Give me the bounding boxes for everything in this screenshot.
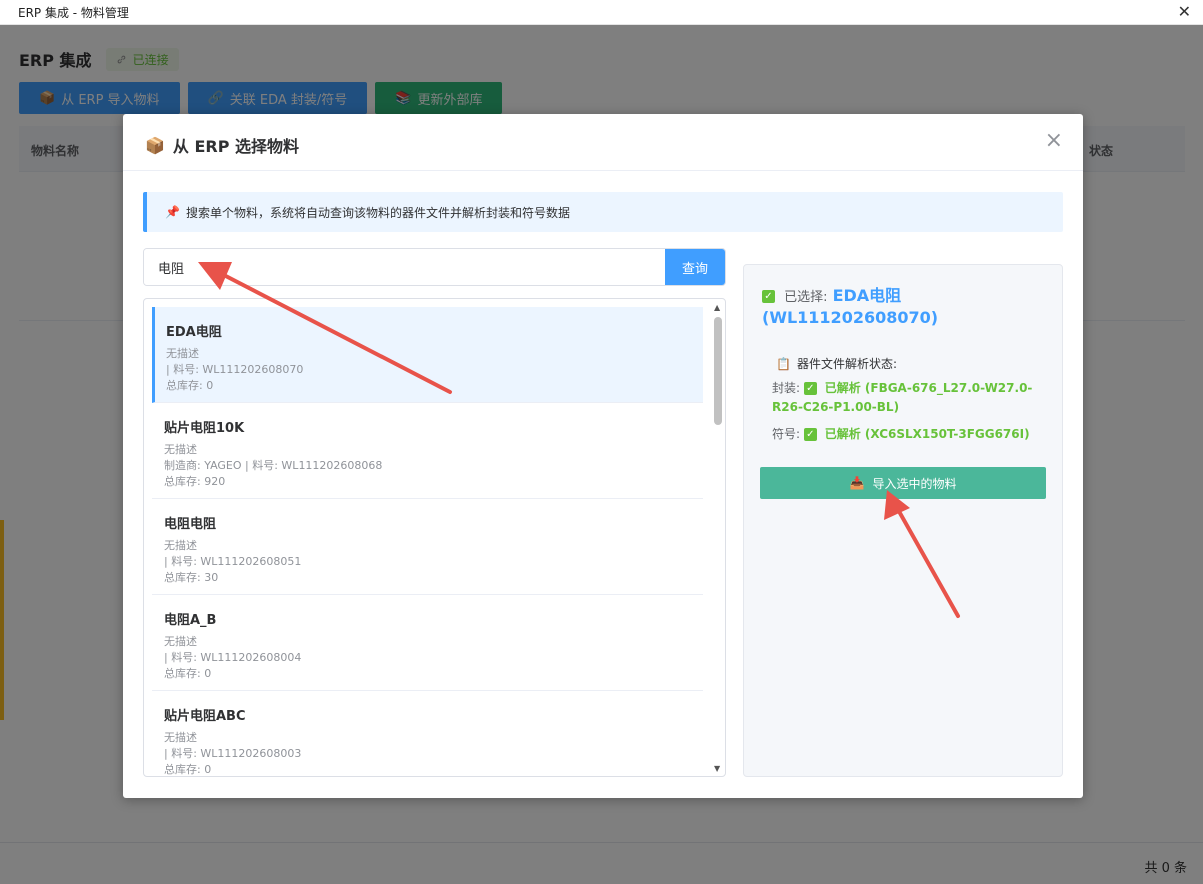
check-icon: ✓ [762, 290, 775, 303]
clipboard-icon: 📋 [776, 356, 791, 371]
select-material-dialog: 📦 从 ERP 选择物料 × 📌 搜索单个物料，系统将自动查询该物料的器件文件并… [123, 114, 1083, 798]
info-tip: 📌 搜索单个物料，系统将自动查询该物料的器件文件并解析封装和符号数据 [143, 192, 1063, 232]
parse-status-title-text: 器件文件解析状态: [796, 357, 897, 371]
list-item[interactable]: 电阻A_B 无描述 | 料号: WL111202608004 总库存: 0 [152, 595, 703, 691]
item-meta: | 料号: WL111202608003 [164, 747, 302, 760]
list-item[interactable]: EDA电阻 无描述 | 料号: WL111202608070 总库存: 0 [152, 307, 703, 403]
footprint-label: 封装: [772, 381, 801, 395]
list-item[interactable]: 贴片电阻ABC 无描述 | 料号: WL111202608003 总库存: 0 [152, 691, 703, 776]
item-name: 电阻A_B [164, 613, 217, 628]
item-desc: 无描述 [164, 635, 197, 648]
list-scrollbar[interactable]: ▲ ▼ [713, 303, 723, 773]
parse-status-title: 📋 器件文件解析状态: [776, 355, 897, 372]
import-selected-button[interactable]: 📥 导入选中的物料 [760, 467, 1046, 499]
dialog-header: 📦 从 ERP 选择物料 × [123, 114, 1083, 171]
inbox-icon: 📥 [849, 476, 865, 490]
item-meta: | 料号: WL111202608004 [164, 651, 302, 664]
item-desc: 无描述 [164, 539, 197, 552]
item-meta: 制造商: YAGEO | 料号: WL111202608068 [164, 459, 383, 472]
footprint-status: 封装: ✓ 已解析 (FBGA-676_L27.0-W27.0-R26-C26-… [772, 379, 1042, 417]
check-icon: ✓ [803, 428, 817, 441]
check-icon: ✓ [803, 382, 817, 395]
window-titlebar: ERP 集成 - 物料管理 ✕ [0, 0, 1203, 25]
item-meta: | 料号: WL111202608051 [164, 555, 302, 568]
item-name: 贴片电阻10K [164, 421, 245, 436]
selection-detail-panel: ✓ 已选择: EDA电阻 (WL111202608070) 📋 器件文件解析状态… [743, 264, 1063, 777]
selected-material: ✓ 已选择: EDA电阻 (WL111202608070) [762, 285, 1042, 329]
symbol-value: 已解析 (XC6SLX150T-3FGG676I) [824, 427, 1030, 441]
window-title: ERP 集成 - 物料管理 [18, 6, 129, 20]
search-input[interactable] [144, 249, 665, 285]
scroll-up-icon[interactable]: ▲ [714, 303, 720, 312]
material-list-items: EDA电阻 无描述 | 料号: WL111202608070 总库存: 0 贴片… [152, 307, 703, 776]
item-desc: 无描述 [164, 731, 197, 744]
item-desc: 无描述 [164, 443, 197, 456]
import-selected-label: 导入选中的物料 [872, 476, 957, 491]
query-button[interactable]: 查询 [665, 249, 725, 285]
item-stock: 总库存: 0 [164, 667, 212, 680]
list-item[interactable]: 电阻电阻 无描述 | 料号: WL111202608051 总库存: 30 [152, 499, 703, 595]
symbol-label: 符号: [772, 427, 801, 441]
item-stock: 总库存: 0 [164, 763, 212, 776]
dialog-title: 📦 从 ERP 选择物料 [145, 133, 299, 157]
dialog-title-text: 从 ERP 选择物料 [172, 137, 300, 156]
item-meta: | 料号: WL111202608070 [166, 363, 304, 376]
pushpin-icon: 📌 [165, 205, 180, 219]
item-stock: 总库存: 920 [164, 475, 226, 488]
symbol-status: 符号: ✓ 已解析 (XC6SLX150T-3FGG676I) [772, 425, 1042, 444]
scroll-down-icon[interactable]: ▼ [714, 764, 720, 773]
window-close-icon[interactable]: ✕ [1178, 2, 1191, 22]
selected-prefix: 已选择: [784, 290, 828, 305]
list-item[interactable]: 贴片电阻10K 无描述 制造商: YAGEO | 料号: WL111202608… [152, 403, 703, 499]
scrollbar-thumb[interactable] [714, 317, 722, 425]
item-name: 贴片电阻ABC [164, 709, 246, 724]
item-name: 电阻电阻 [164, 517, 217, 532]
material-list: EDA电阻 无描述 | 料号: WL111202608070 总库存: 0 贴片… [143, 298, 726, 777]
item-desc: 无描述 [166, 347, 199, 360]
package-icon: 📦 [145, 135, 165, 155]
item-stock: 总库存: 30 [164, 571, 219, 584]
info-tip-text: 搜索单个物料，系统将自动查询该物料的器件文件并解析封装和符号数据 [185, 205, 570, 220]
search-bar: 查询 [143, 248, 726, 286]
item-stock: 总库存: 0 [166, 379, 214, 392]
dialog-close-icon[interactable]: × [1045, 130, 1063, 152]
item-name: EDA电阻 [166, 325, 222, 340]
